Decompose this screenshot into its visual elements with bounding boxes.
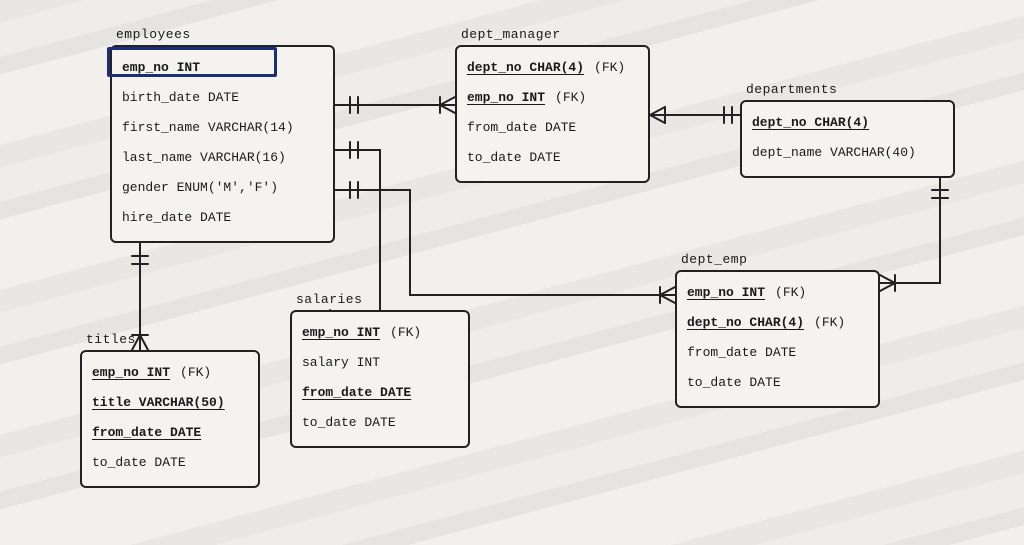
column: from_date DATE xyxy=(92,418,248,448)
column: emp_no INT xyxy=(122,53,323,83)
entity-title: titles xyxy=(86,332,136,347)
column-name: dept_no CHAR(4) xyxy=(687,315,804,330)
column: gender ENUM('M','F') xyxy=(122,173,323,203)
entity-dept-emp: dept_emp emp_no INT(FK)dept_no CHAR(4)(F… xyxy=(675,270,880,408)
column-name: gender ENUM('M','F') xyxy=(122,180,278,195)
er-diagram: employees emp_no INT birth_date DATE first… xyxy=(0,0,1024,545)
column: last_name VARCHAR(16) xyxy=(122,143,323,173)
column-name: dept_no CHAR(4) xyxy=(467,60,584,75)
column: hire_date DATE xyxy=(122,203,323,233)
column-name: emp_no INT xyxy=(687,285,765,300)
column-name: hire_date DATE xyxy=(122,210,231,225)
column: dept_no CHAR(4) (FK) xyxy=(467,53,638,83)
entity-departments: departments dept_no CHAR(4)dept_name VAR… xyxy=(740,100,955,178)
column-name: emp_no INT xyxy=(92,365,170,380)
column-name: to_date DATE xyxy=(302,415,396,430)
column-name: dept_name VARCHAR(40) xyxy=(752,145,916,160)
column: emp_no INT (FK) xyxy=(467,83,638,113)
column-name: title VARCHAR(50) xyxy=(92,395,225,410)
column-name: to_date DATE xyxy=(92,455,186,470)
column-name: from_date DATE xyxy=(687,345,796,360)
column: dept_no CHAR(4) xyxy=(752,108,943,138)
fk-badge: (FK) xyxy=(814,315,845,330)
column: title VARCHAR(50) xyxy=(92,388,248,418)
fk-badge: (FK) xyxy=(594,60,625,75)
entity-titles: titles emp_no INT(FK)title VARCHAR(50)fr… xyxy=(80,350,260,488)
column: to_date DATE xyxy=(92,448,248,478)
column-name: emp_no INT xyxy=(122,60,200,75)
column-name: emp_no INT xyxy=(302,325,380,340)
column: emp_no INT (FK) xyxy=(687,278,868,308)
column-name: birth_date DATE xyxy=(122,90,239,105)
column-name: dept_no CHAR(4) xyxy=(752,115,869,130)
column: dept_name VARCHAR(40) xyxy=(752,138,943,168)
entity-title: dept_emp xyxy=(681,252,747,267)
column: from_date DATE xyxy=(302,378,458,408)
column: emp_no INT (FK) xyxy=(92,358,248,388)
column-name: to_date DATE xyxy=(687,375,781,390)
fk-badge: (FK) xyxy=(390,325,421,340)
column: from_date DATE xyxy=(687,338,868,368)
column: birth_date DATE xyxy=(122,83,323,113)
entity-employees: employees emp_no INTbirth_date DATEfirst… xyxy=(110,45,335,243)
entity-title: employees xyxy=(116,27,191,42)
column-name: emp_no INT xyxy=(467,90,545,105)
column-name: salary INT xyxy=(302,355,380,370)
column: from_date DATE xyxy=(467,113,638,143)
column: to_date DATE xyxy=(687,368,868,398)
column: first_name VARCHAR(14) xyxy=(122,113,323,143)
column-name: last_name VARCHAR(16) xyxy=(122,150,286,165)
entity-dept-manager: dept_manager dept_no CHAR(4)(FK)emp_no I… xyxy=(455,45,650,183)
column-name: first_name VARCHAR(14) xyxy=(122,120,294,135)
column-name: from_date DATE xyxy=(92,425,201,440)
column-name: from_date DATE xyxy=(467,120,576,135)
column: dept_no CHAR(4) (FK) xyxy=(687,308,868,338)
column-name: to_date DATE xyxy=(467,150,561,165)
column: to_date DATE xyxy=(302,408,458,438)
entity-title: dept_manager xyxy=(461,27,561,42)
fk-badge: (FK) xyxy=(555,90,586,105)
column: emp_no INT (FK) xyxy=(302,318,458,348)
entity-title: salaries xyxy=(296,292,362,307)
column-name: from_date DATE xyxy=(302,385,411,400)
column: salary INT xyxy=(302,348,458,378)
column: to_date DATE xyxy=(467,143,638,173)
fk-badge: (FK) xyxy=(775,285,806,300)
entity-salaries: salaries emp_no INT(FK)salary INTfrom_da… xyxy=(290,310,470,448)
entity-title: departments xyxy=(746,82,837,97)
fk-badge: (FK) xyxy=(180,365,211,380)
